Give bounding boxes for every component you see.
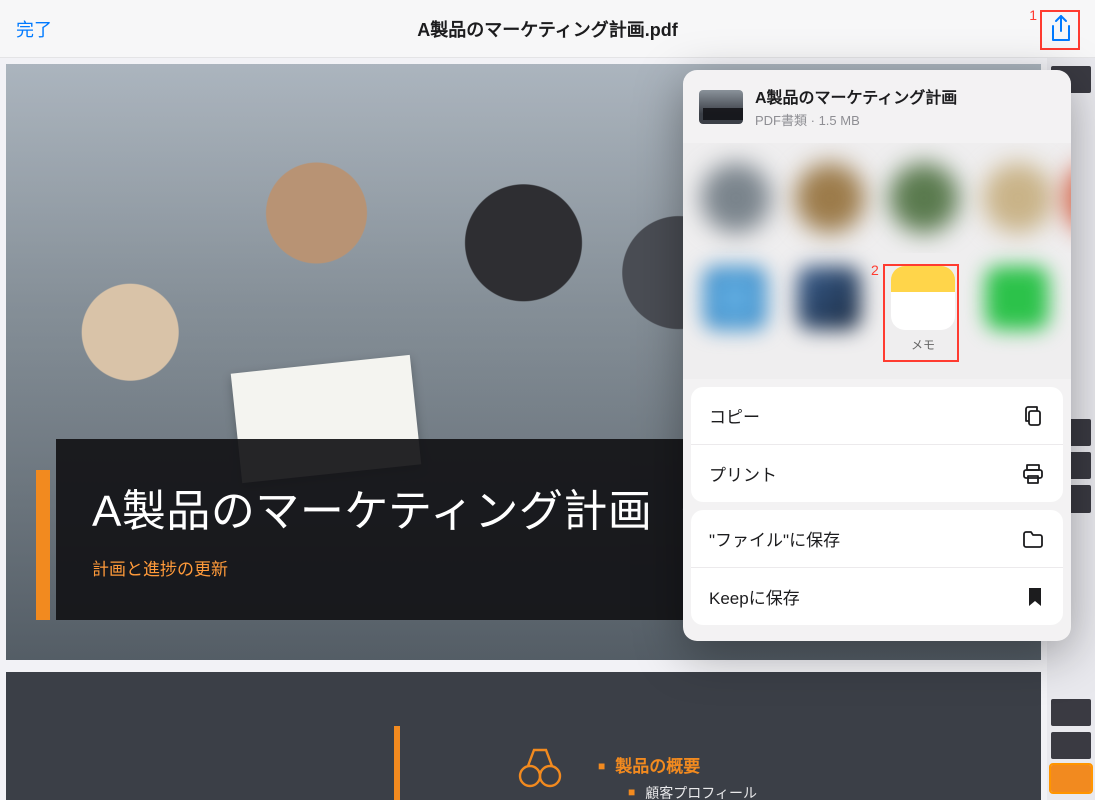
share-doc-meta: PDF書類 · 1.5 MB <box>755 110 1055 129</box>
top-toolbar: 完了 A製品のマーケティング計画.pdf 1 <box>0 0 1095 58</box>
accent-bar <box>36 470 50 620</box>
share-actions-group-1: コピー プリント <box>691 387 1063 502</box>
document-thumbnail <box>699 90 743 124</box>
annotation-label-1: 1 <box>1029 7 1037 23</box>
annotation-label-2: 2 <box>871 262 879 278</box>
action-save-to-files[interactable]: "ファイル"に保存 <box>691 510 1063 567</box>
airdrop-contacts-row[interactable] <box>683 143 1071 253</box>
list-heading: 製品の概要 <box>615 757 700 776</box>
copy-icon <box>1021 404 1045 428</box>
accent-bar <box>394 726 400 800</box>
done-button[interactable]: 完了 <box>16 16 52 42</box>
print-icon <box>1021 462 1045 486</box>
binoculars-icon <box>516 742 564 790</box>
action-label: プリント <box>709 461 777 486</box>
share-app[interactable] <box>701 266 769 366</box>
page-2[interactable]: ■製品の概要 ■顧客プロフィール <box>6 672 1041 800</box>
share-app-notes[interactable]: 2 メモ <box>889 266 957 366</box>
share-doc-title: A製品のマーケティング計画 <box>755 84 1055 108</box>
share-actions-group-2: "ファイル"に保存 Keepに保存 <box>691 510 1063 625</box>
share-apps-row[interactable]: 2 メモ <box>683 253 1071 379</box>
slide-list: ■製品の概要 ■顧客プロフィール <box>598 752 757 800</box>
list-item: 顧客プロフィール <box>645 785 757 800</box>
document-viewport: A製品のマーケティング計画（20X 計画と進捗の更新 ■製品の概要 ■顧客プロフ… <box>0 58 1095 800</box>
action-label: "ファイル"に保存 <box>709 526 840 551</box>
page-thumb[interactable] <box>1051 732 1091 759</box>
document-title: A製品のマーケティング計画.pdf <box>417 16 678 42</box>
action-label: コピー <box>709 403 760 428</box>
share-icon <box>1048 14 1074 44</box>
bookmark-icon <box>1025 586 1045 608</box>
share-sheet-header: A製品のマーケティング計画 PDF書類 · 1.5 MB <box>683 70 1071 143</box>
share-sheet: A製品のマーケティング計画 PDF書類 · 1.5 MB 2 <box>683 70 1071 641</box>
share-button[interactable]: 1 <box>1043 11 1079 47</box>
notes-icon <box>891 266 955 330</box>
share-app[interactable] <box>983 266 1051 366</box>
share-app[interactable] <box>795 266 863 366</box>
page-thumb[interactable] <box>1051 699 1091 726</box>
action-copy[interactable]: コピー <box>691 387 1063 444</box>
action-print[interactable]: プリント <box>691 444 1063 502</box>
action-save-to-keep[interactable]: Keepに保存 <box>691 567 1063 625</box>
action-label: Keepに保存 <box>709 584 800 609</box>
page-thumb[interactable] <box>1051 765 1091 792</box>
folder-icon <box>1021 527 1045 551</box>
app-label: メモ <box>911 336 935 353</box>
